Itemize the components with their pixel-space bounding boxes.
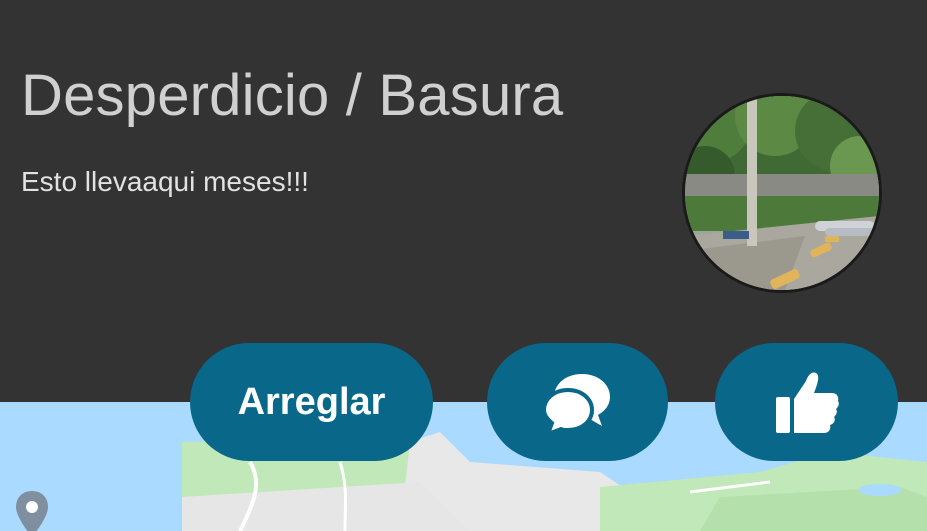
thumbs-up-icon (775, 372, 839, 433)
report-photo-image (685, 96, 879, 290)
like-button[interactable] (715, 343, 898, 461)
fix-button[interactable]: Arreglar (190, 343, 433, 461)
map-pin-icon[interactable] (12, 489, 52, 531)
report-description: Esto llevaaqui meses!!! (21, 166, 309, 197)
page-title: Desperdicio / Basura (21, 63, 564, 128)
comment-button[interactable] (487, 343, 668, 461)
report-header: Desperdicio / Basura Esto llevaaqui mese… (0, 0, 927, 402)
report-screen: Desperdicio / Basura Esto llevaaqui mese… (0, 0, 927, 531)
report-photo[interactable] (682, 93, 882, 293)
comments-icon (541, 374, 610, 434)
